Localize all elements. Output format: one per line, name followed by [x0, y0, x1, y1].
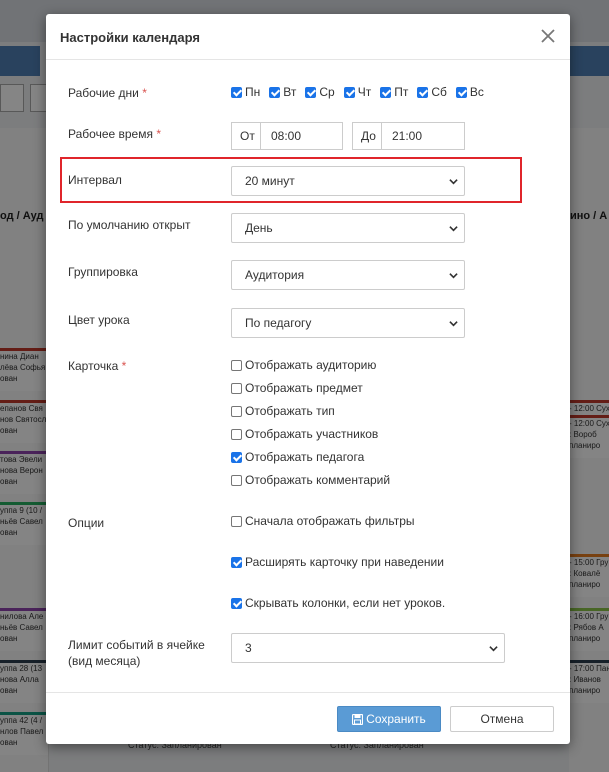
footer-divider	[46, 692, 570, 693]
workdays-label: Рабочие дни *	[68, 85, 147, 101]
checkbox-unchecked[interactable]	[231, 428, 242, 440]
workday-checkbox[interactable]: Вт	[269, 85, 296, 99]
time-from-label: От	[231, 122, 261, 150]
checkbox-checked[interactable]	[343, 86, 355, 98]
worktime-label-text: Рабочее время	[68, 127, 153, 141]
chevron-down-icon	[489, 646, 498, 652]
card-option-checkbox[interactable]: Отображать тип	[231, 403, 335, 419]
dialog-title: Настройки календаря	[60, 30, 200, 45]
header-divider	[46, 59, 570, 60]
workday-checkbox[interactable]: Сб	[417, 85, 447, 99]
card-option-checkbox[interactable]: Отображать предмет	[231, 380, 363, 396]
checkbox-unchecked[interactable]	[231, 515, 242, 527]
checkbox-checked[interactable]	[455, 86, 467, 98]
card-option-label: Отображать предмет	[245, 381, 363, 395]
checkbox-checked[interactable]	[231, 86, 242, 98]
option-checkbox[interactable]: Скрывать колонки, если нет уроков.	[231, 595, 445, 611]
close-icon	[541, 29, 555, 43]
checkbox-unchecked[interactable]	[231, 405, 242, 417]
workdays-checkboxes: Пн Вт Ср Чт Пт Сб Вс	[231, 84, 493, 100]
event-limit-label: Лимит событий в ячейке (вид месяца)	[68, 637, 205, 669]
workday-checkbox[interactable]: Пт	[380, 85, 408, 99]
card-label-text: Карточка	[68, 359, 119, 373]
options-label: Опции	[68, 516, 105, 530]
checkbox-unchecked[interactable]	[231, 474, 242, 486]
workday-checkbox[interactable]: Вс	[455, 85, 484, 99]
save-button[interactable]: Сохранить	[337, 706, 441, 732]
card-option-label: Отображать комментарий	[245, 473, 391, 487]
option-label: Расширять карточку при наведении	[245, 555, 444, 569]
workday-checkbox[interactable]: Ср	[305, 85, 335, 99]
cancel-button-label: Отмена	[480, 712, 524, 726]
workday-label: Вт	[283, 85, 297, 99]
checkbox-checked[interactable]	[417, 86, 429, 98]
card-option-checkbox[interactable]: Отображать педагога	[231, 449, 364, 465]
workday-label: Вс	[469, 85, 484, 99]
floppy-disk-icon	[352, 713, 364, 725]
default-open-value: День	[245, 221, 273, 235]
event-limit-label-line1: Лимит событий в ячейке	[68, 638, 205, 652]
option-checkbox[interactable]: Расширять карточку при наведении	[231, 554, 444, 570]
lesson-color-value: По педагогу	[245, 316, 312, 330]
interval-select[interactable]: 20 минут	[231, 166, 465, 196]
lesson-color-select[interactable]: По педагогу	[231, 308, 465, 338]
chevron-down-icon	[449, 321, 458, 327]
card-option-label: Отображать тип	[245, 404, 335, 418]
workday-checkbox[interactable]: Чт	[343, 85, 372, 99]
time-to-input[interactable]: 21:00	[381, 122, 465, 150]
checkbox-checked[interactable]	[269, 86, 281, 98]
event-limit-select[interactable]: 3	[231, 633, 505, 663]
card-label: Карточка *	[68, 358, 126, 374]
calendar-settings-dialog: Настройки календаря Рабочие дни * Пн Вт Ср…	[46, 14, 570, 744]
card-option-checkbox[interactable]: Отображать комментарий	[231, 472, 390, 488]
card-option-label: Отображать участников	[245, 427, 379, 441]
required-mark: *	[142, 86, 147, 100]
card-option-label: Отображать педагога	[245, 450, 365, 464]
default-open-label: По умолчанию открыт	[68, 218, 191, 232]
lesson-color-label: Цвет урока	[68, 313, 130, 327]
chevron-down-icon	[449, 226, 458, 232]
grouping-value: Аудитория	[245, 268, 305, 282]
save-button-label: Сохранить	[366, 712, 426, 726]
close-button[interactable]	[538, 26, 558, 46]
grouping-label: Группировка	[68, 265, 138, 279]
option-label: Сначала отображать фильтры	[245, 514, 415, 528]
grouping-select[interactable]: Аудитория	[231, 260, 465, 290]
workday-label: Ср	[319, 85, 335, 99]
workday-label: Пт	[394, 85, 409, 99]
required-mark: *	[121, 359, 127, 373]
chevron-down-icon	[449, 179, 458, 185]
workdays-label-text: Рабочие дни	[68, 86, 139, 100]
required-mark: *	[156, 127, 161, 141]
default-open-select[interactable]: День	[231, 213, 465, 243]
interval-value: 20 минут	[245, 174, 295, 188]
worktime-label: Рабочее время *	[68, 126, 161, 142]
option-label: Скрывать колонки, если нет уроков.	[245, 596, 446, 610]
card-option-label: Отображать аудиторию	[245, 358, 377, 372]
time-from-input[interactable]: 08:00	[260, 122, 343, 150]
interval-label: Интервал	[68, 173, 122, 187]
event-limit-label-line2: (вид месяца)	[68, 654, 141, 668]
checkbox-checked[interactable]	[231, 451, 242, 463]
workday-checkbox[interactable]: Пн	[231, 85, 260, 99]
event-limit-value: 3	[245, 641, 252, 655]
card-option-checkbox[interactable]: Отображать участников	[231, 426, 378, 442]
checkbox-unchecked[interactable]	[231, 359, 242, 371]
checkbox-unchecked[interactable]	[231, 382, 242, 394]
checkbox-checked[interactable]	[231, 556, 242, 568]
workday-label: Сб	[431, 85, 447, 99]
checkbox-checked[interactable]	[380, 86, 392, 98]
workday-label: Пн	[245, 85, 261, 99]
cancel-button[interactable]: Отмена	[450, 706, 554, 732]
chevron-down-icon	[449, 273, 458, 279]
workday-label: Чт	[357, 85, 372, 99]
option-checkbox[interactable]: Сначала отображать фильтры	[231, 513, 415, 529]
card-option-checkbox[interactable]: Отображать аудиторию	[231, 357, 376, 373]
checkbox-checked[interactable]	[231, 597, 242, 609]
checkbox-checked[interactable]	[305, 86, 317, 98]
time-to-label: До	[352, 122, 382, 150]
